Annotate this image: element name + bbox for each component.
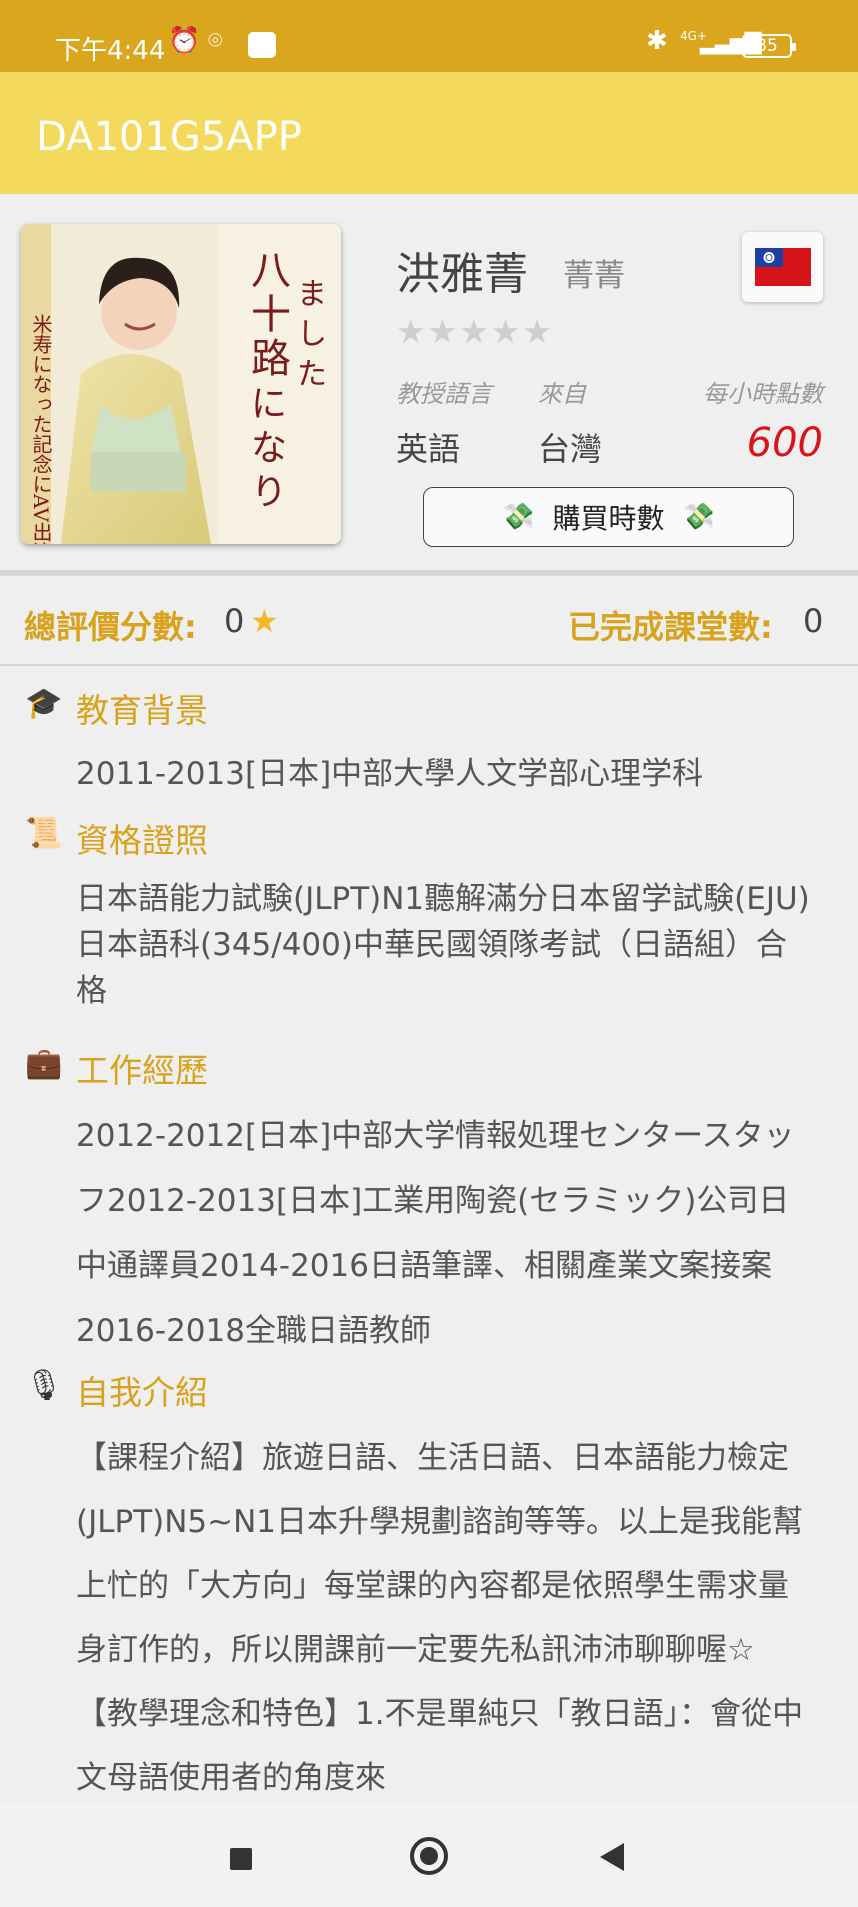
language-value: 英語 xyxy=(396,430,461,468)
summary-row: 總評價分數: 0 ★ 已完成課堂數: 0 xyxy=(0,576,858,666)
svg-text:十: 十 xyxy=(251,292,291,338)
buy-hours-button[interactable]: 💸 購買時數 💸 xyxy=(423,487,794,547)
app-notification-icon: ⌾ xyxy=(208,26,223,54)
app-bar: DA101G5APP xyxy=(0,72,858,194)
completed-classes-label: 已完成課堂數: xyxy=(568,608,773,646)
divider xyxy=(0,664,858,666)
teacher-nickname: 菁菁 xyxy=(563,258,625,294)
money-icon: 💸 xyxy=(502,502,535,532)
app-title: DA101G5APP xyxy=(36,114,302,160)
svg-text:た: た xyxy=(297,357,327,392)
rate-value: 600 xyxy=(746,420,823,466)
buy-hours-label: 購買時數 xyxy=(552,502,665,535)
certificates-title: 資格證照 xyxy=(76,821,208,860)
rating-stars: ★★★★★ xyxy=(396,312,554,351)
from-label: 來自 xyxy=(538,380,586,408)
completed-classes-value: 0 xyxy=(803,602,824,640)
intro-body: 【課程介紹】旅遊日語、生活日語、日本語能力檢定(JLPT)N5~N1日本升學規劃… xyxy=(76,1440,804,1796)
svg-text:な: な xyxy=(251,428,287,469)
star-icon: ★ xyxy=(250,602,279,640)
briefcase-icon: 💼 xyxy=(25,1046,63,1081)
back-triangle-icon[interactable] xyxy=(600,1843,624,1871)
teacher-photo: 八 十 路 に な り ま し た 米寿になった記念にAV出演 xyxy=(21,224,341,544)
scroll-icon: 📜 xyxy=(25,816,63,851)
money-icon: 💸 xyxy=(682,502,715,532)
graduation-cap-icon: 🎓 xyxy=(25,686,63,721)
svg-text:ま: ま xyxy=(297,277,327,312)
rate-label: 每小時點數 xyxy=(703,380,823,408)
education-body: 2011-2013[日本]中部大學人文学部心理学科 xyxy=(76,756,704,792)
svg-text:し: し xyxy=(297,317,327,352)
teacher-name: 洪雅菁 xyxy=(396,249,528,300)
total-rating-value: 0 xyxy=(224,602,245,640)
work-title: 工作經歷 xyxy=(76,1051,208,1090)
alarm-icon: ⏰ xyxy=(168,26,201,56)
bluetooth-icon: ✱ xyxy=(646,26,668,56)
svg-text:八: 八 xyxy=(251,248,291,294)
battery-icon: 85 xyxy=(742,34,796,58)
status-time: 下午4:44 xyxy=(55,36,166,66)
svg-text:路: 路 xyxy=(251,336,291,382)
svg-text:に: に xyxy=(251,384,287,425)
svg-text:米寿になった記念にAV出演: 米寿になった記念にAV出演 xyxy=(29,314,53,544)
taiwan-flag-icon xyxy=(742,232,823,302)
recents-square-icon[interactable] xyxy=(230,1848,252,1870)
education-title: 教育背景 xyxy=(76,691,208,730)
home-circle-icon[interactable] xyxy=(410,1837,448,1875)
from-value: 台灣 xyxy=(538,430,603,468)
svg-text:り: り xyxy=(251,472,287,513)
teacher-profile: 八 十 路 に な り ま し た 米寿になった記念にAV出演 洪雅菁 菁菁 ★… xyxy=(0,194,858,570)
language-label: 教授語言 xyxy=(396,380,492,408)
total-rating-label: 總評價分數: xyxy=(24,608,197,646)
status-bar: 下午4:44 ⏰ ⌾ ✱ 4G+ ▂▃▅▇ 85 xyxy=(0,0,858,72)
app-square-icon xyxy=(248,32,276,58)
certificates-body: 日本語能力試験(JLPT)N1聽解滿分日本留学試験(EJU)日本語科(345/4… xyxy=(76,881,810,1009)
intro-title: 自我介紹 xyxy=(76,1373,208,1412)
microphone-icon: 🎙 xyxy=(24,1368,64,1403)
work-body: 2012-2012[日本]中部大学情報処理センタースタッフ2012-2013[日… xyxy=(76,1118,795,1349)
